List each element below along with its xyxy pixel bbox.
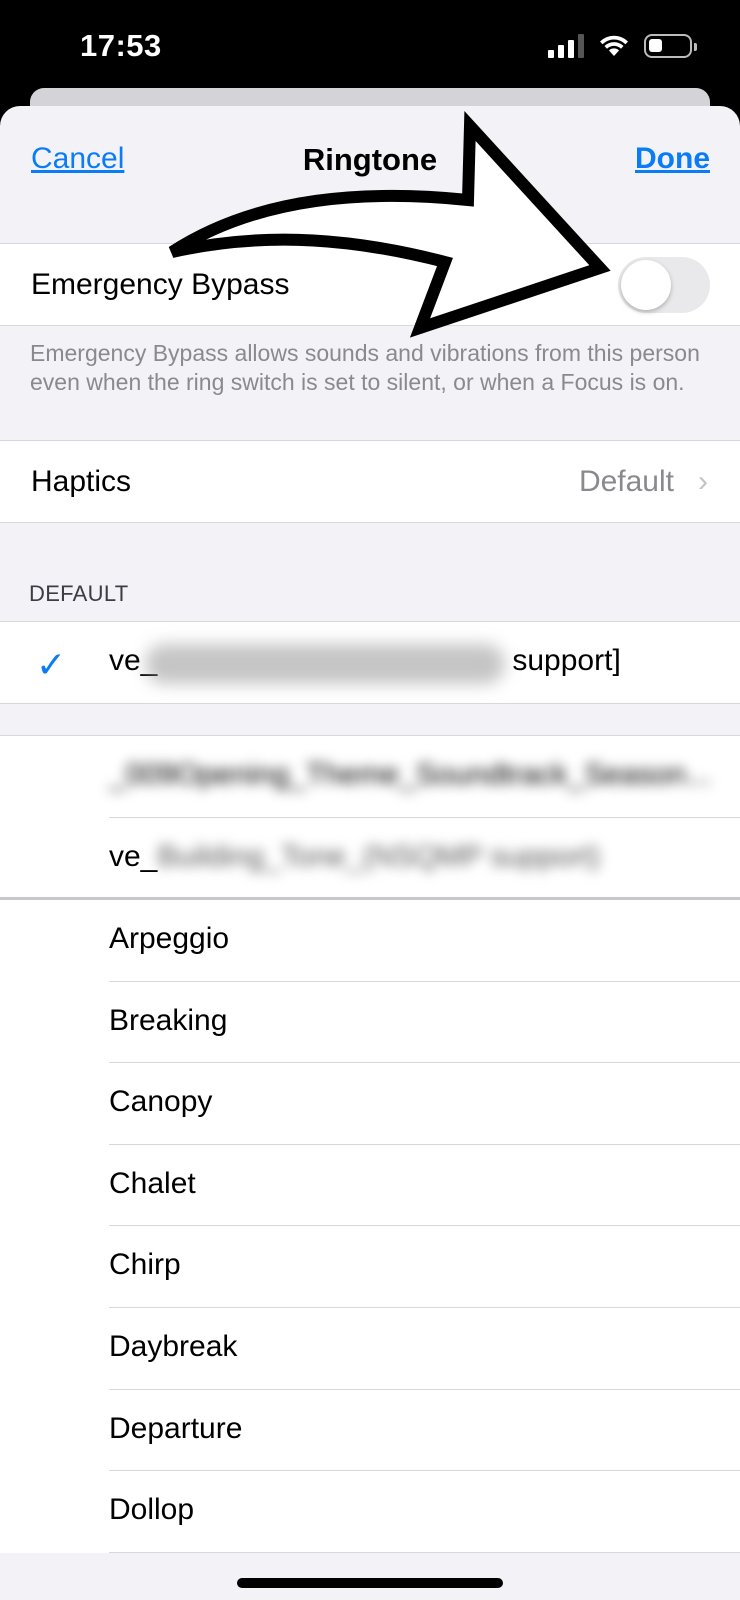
ringtone-row[interactable]: Breaking: [0, 982, 740, 1064]
ringtone-row[interactable]: Chirp: [0, 1226, 740, 1308]
ringtone-row[interactable]: Departure: [0, 1390, 740, 1472]
chevron-right-icon: ›: [698, 464, 708, 498]
haptics-value: Default: [578, 464, 674, 498]
ringtone-row[interactable]: Chalet: [0, 1145, 740, 1227]
ringtone-label: Daybreak: [109, 1329, 238, 1363]
checkmark-icon: ✓: [36, 644, 67, 685]
ringtone-label: Canopy: [109, 1085, 213, 1119]
ringtone-label: Breaking: [109, 1003, 228, 1037]
ringtone-label: Arpeggio: [109, 922, 230, 955]
ringtone-list: Arpeggio Breaking Canopy Chalet Chirp Daybrea…: [0, 900, 740, 1553]
default-section-header: DEFAULT: [29, 581, 129, 606]
home-indicator[interactable]: [237, 1578, 503, 1588]
custom-tone-row[interactable]: _009Opening_Theme_Soundtrack_Season...: [0, 736, 740, 818]
annotation-arrow-icon: [168, 111, 611, 338]
row-separator: [109, 1551, 740, 1553]
haptics-row[interactable]: Haptics Default ›: [0, 441, 740, 522]
selected-tone-row[interactable]: ✓ ve_ support]: [0, 622, 740, 703]
ringtone-row[interactable]: Arpeggio: [0, 900, 740, 982]
ringtone-row[interactable]: Daybreak: [0, 1308, 740, 1390]
ringtone-label: Dollop: [109, 1493, 195, 1527]
ringtone-row[interactable]: Dollop: [0, 1471, 740, 1553]
haptics-group: Haptics Default ›: [0, 440, 740, 523]
default-tone-group: ✓ ve_ support]: [0, 621, 740, 704]
ringtone-row[interactable]: Canopy: [0, 1063, 740, 1145]
ringtone-label: Chalet: [109, 1166, 196, 1200]
haptics-label: Haptics: [31, 464, 132, 498]
custom-tone-row[interactable]: ve_Building_Tone_(NSQMP support): [0, 818, 740, 900]
custom-tone-label: ve_Building_Tone_(NSQMP support): [109, 839, 601, 873]
redaction-blur: [145, 644, 505, 684]
ringtone-label: Departure: [109, 1411, 243, 1445]
ringtone-label: Chirp: [109, 1248, 181, 1282]
custom-tone-label: _009Opening_Theme_Soundtrack_Season...: [109, 758, 712, 791]
custom-tones-group: _009Opening_Theme_Soundtrack_Season... v…: [0, 735, 740, 900]
